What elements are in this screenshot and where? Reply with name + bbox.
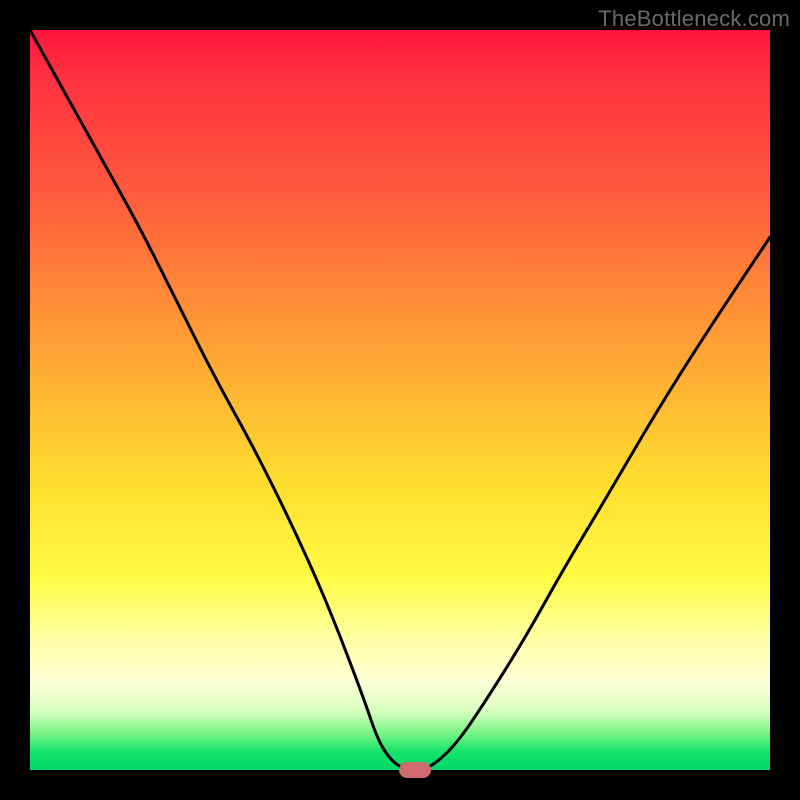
bottleneck-curve xyxy=(30,30,770,770)
chart-frame: TheBottleneck.com xyxy=(0,0,800,800)
watermark-text: TheBottleneck.com xyxy=(598,6,790,32)
plot-area xyxy=(30,30,770,770)
optimal-marker xyxy=(399,762,431,778)
